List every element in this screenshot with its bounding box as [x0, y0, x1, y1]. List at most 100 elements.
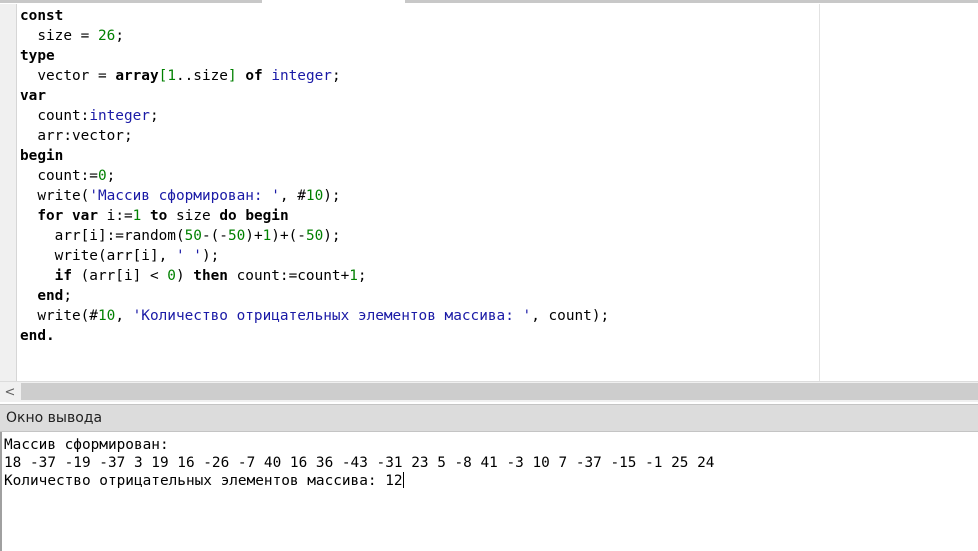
code-token: begin [245, 208, 289, 224]
tab-edge[interactable] [0, 0, 262, 3]
tab-edge[interactable] [405, 0, 978, 3]
code-token: count:= [20, 168, 98, 184]
scroll-left-arrow-icon[interactable]: < [0, 382, 20, 402]
code-token: ; [149, 108, 159, 124]
code-token: ..size [175, 68, 228, 84]
output-line: Массив сформирован: [4, 437, 169, 453]
code-token: 10 [305, 188, 324, 204]
code-token: , count); [531, 308, 610, 324]
code-line[interactable]: end; [20, 286, 609, 306]
editor-gutter [0, 4, 17, 381]
code-token: , [115, 308, 133, 324]
code-token: [ [158, 68, 168, 84]
code-token: ] [227, 68, 237, 84]
code-token: ); [323, 188, 341, 204]
output-panel-header: Окно вывода [0, 404, 978, 432]
code-token: ; [357, 268, 367, 284]
code-line[interactable]: type [20, 46, 609, 66]
code-token: 1 [167, 68, 176, 84]
code-token: size = [20, 28, 98, 44]
code-token: i:= [98, 208, 133, 224]
code-token: integer [89, 108, 150, 124]
code-line[interactable]: arr:vector; [20, 126, 609, 146]
code-token: type [20, 48, 55, 64]
code-token: ) [175, 268, 194, 284]
code-token: 1 [262, 228, 272, 244]
code-line[interactable]: if (arr[i] < 0) then count:=count+1; [20, 266, 609, 286]
scrollbar-thumb[interactable] [21, 383, 978, 400]
horizontal-scrollbar[interactable]: < [0, 381, 978, 402]
code-line[interactable]: vector = array[1..size] of integer; [20, 66, 609, 86]
code-token: var [20, 88, 46, 104]
code-token: to [150, 208, 168, 224]
code-token: ); [201, 248, 220, 264]
code-token: write(arr[i], [20, 248, 176, 264]
code-token: ; [106, 168, 116, 184]
output-panel-title: Окно вывода [6, 410, 103, 426]
code-line[interactable]: write('Массив сформирован: ', #10); [20, 186, 609, 206]
code-token: then [193, 268, 228, 284]
code-editor[interactable]: const size = 26; type vector = array[1..s… [0, 4, 978, 381]
code-line[interactable]: const [20, 6, 609, 26]
output-text[interactable]: Массив сформирован: 18 -37 -19 -37 3 19 … [4, 436, 714, 490]
code-token: for [37, 208, 64, 224]
code-token: integer [271, 68, 332, 84]
code-token: do [219, 208, 237, 224]
code-line[interactable]: write(arr[i], ' '); [20, 246, 609, 266]
code-token: arr[i]:=random( [20, 228, 185, 244]
code-token: 0 [167, 268, 176, 284]
right-margin-line [819, 4, 820, 381]
code-line[interactable]: write(#10, 'Количество отрицательных эле… [20, 306, 609, 326]
code-token: array [115, 68, 159, 84]
code-token: 0 [97, 168, 107, 184]
code-line[interactable]: var [20, 86, 609, 106]
code-line[interactable]: for var i:=1 to size do begin [20, 206, 609, 226]
code-token: ; [331, 68, 341, 84]
code-token: ; [63, 288, 72, 304]
output-panel[interactable]: Массив сформирован: 18 -37 -19 -37 3 19 … [0, 432, 978, 551]
code-line[interactable]: count:integer; [20, 106, 609, 126]
code-line[interactable]: count:=0; [20, 166, 609, 186]
code-token: 10 [97, 308, 116, 324]
code-line[interactable]: begin [20, 146, 609, 166]
code-token: arr:vector; [20, 128, 133, 144]
code-token: 50 [227, 228, 246, 244]
code-token: , # [279, 188, 306, 204]
code-token: ; [115, 28, 124, 44]
code-token: end [37, 288, 64, 304]
code-token: ' ' [175, 248, 202, 264]
code-token: count:=count+ [227, 268, 350, 284]
code-token: const [20, 8, 64, 24]
code-token: write( [20, 188, 90, 204]
code-token: 50 [305, 228, 324, 244]
code-token: (arr[i] < [71, 268, 168, 284]
code-token: 'Массив сформирован: ' [89, 188, 280, 204]
code-token: of [245, 68, 263, 84]
code-token: if [54, 268, 72, 284]
code-token: )+ [245, 228, 263, 244]
code-token: count: [20, 108, 90, 124]
code-line[interactable]: end. [20, 326, 609, 346]
code-token: 26 [97, 28, 116, 44]
output-line: Количество отрицательных элементов масси… [4, 473, 403, 489]
code-token: 1 [349, 268, 358, 284]
code-line[interactable]: arr[i]:=random(50-(-50)+1)+(-50); [20, 226, 609, 246]
code-token: )+(- [271, 228, 306, 244]
code-text[interactable]: const size = 26; type vector = array[1..s… [20, 6, 609, 346]
code-token: 50 [184, 228, 202, 244]
code-line[interactable]: size = 26; [20, 26, 609, 46]
code-token: var [72, 208, 98, 224]
code-token: end. [20, 328, 55, 344]
code-token: write(# [20, 308, 98, 324]
code-token: 'Количество отрицательных элементов масс… [132, 308, 532, 324]
text-caret [402, 472, 404, 488]
code-token: vector = [20, 68, 116, 84]
